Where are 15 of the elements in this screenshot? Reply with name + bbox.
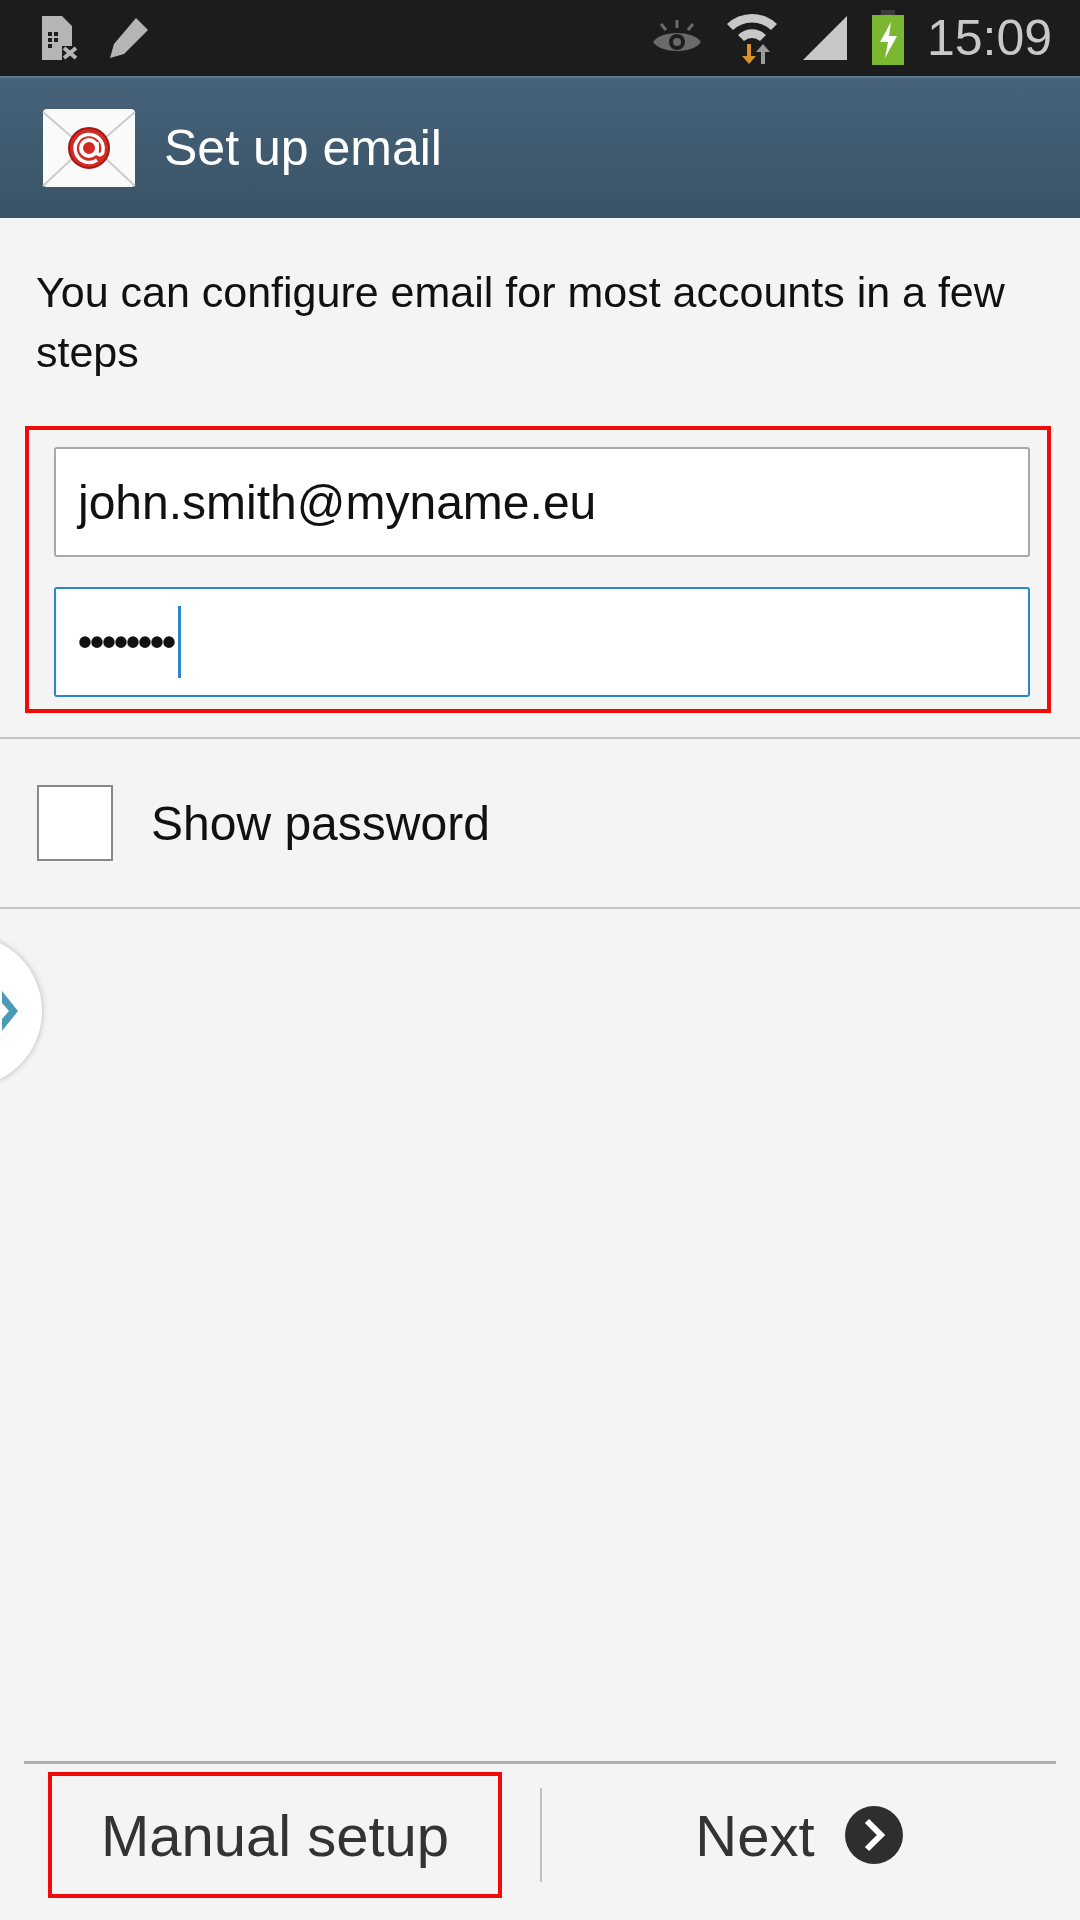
clock-time: 15:09 <box>926 9 1052 67</box>
manual-setup-button[interactable]: Manual setup <box>48 1772 502 1898</box>
next-button[interactable]: Next <box>542 1772 1056 1898</box>
chevron-right-icon <box>2 991 20 1031</box>
email-app-icon <box>42 108 136 188</box>
battery-charging-icon <box>870 10 905 66</box>
intro-text: You can configure email for most accounts in a few steps <box>36 267 1006 378</box>
email-field[interactable]: john.smith@myname.eu <box>54 447 1030 557</box>
sim-card-icon <box>40 16 78 60</box>
show-password-label[interactable]: Show password <box>151 795 490 851</box>
text-cursor <box>178 606 182 678</box>
screen-title: Set up email <box>164 119 442 177</box>
password-field[interactable]: •••••••• <box>54 587 1030 697</box>
chevron-right-icon <box>844 1806 903 1864</box>
show-password-checkbox[interactable] <box>37 785 113 861</box>
